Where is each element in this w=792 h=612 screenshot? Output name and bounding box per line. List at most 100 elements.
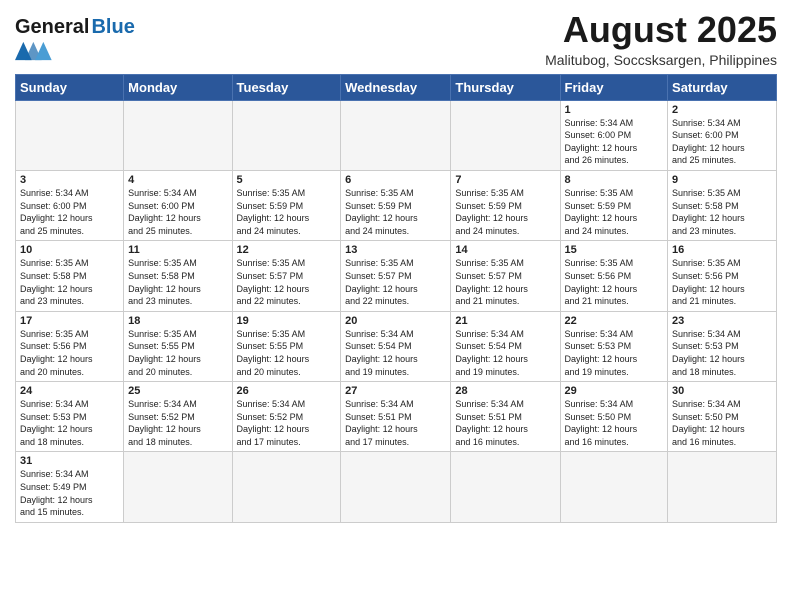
calendar-cell: 12Sunrise: 5:35 AM Sunset: 5:57 PM Dayli… xyxy=(232,241,341,311)
title-area: August 2025 Malitubog, Soccsksargen, Phi… xyxy=(545,10,777,68)
day-number: 16 xyxy=(672,244,772,256)
calendar-cell: 24Sunrise: 5:34 AM Sunset: 5:53 PM Dayli… xyxy=(16,382,124,452)
calendar-cell: 15Sunrise: 5:35 AM Sunset: 5:56 PM Dayli… xyxy=(560,241,668,311)
calendar-cell: 7Sunrise: 5:35 AM Sunset: 5:59 PM Daylig… xyxy=(451,170,560,240)
calendar-table: SundayMondayTuesdayWednesdayThursdayFrid… xyxy=(15,74,777,523)
day-info: Sunrise: 5:34 AM Sunset: 6:00 PM Dayligh… xyxy=(128,187,227,237)
calendar-cell: 21Sunrise: 5:34 AM Sunset: 5:54 PM Dayli… xyxy=(451,311,560,381)
calendar-cell xyxy=(124,452,232,522)
day-number: 21 xyxy=(455,315,555,327)
day-info: Sunrise: 5:34 AM Sunset: 6:00 PM Dayligh… xyxy=(20,187,119,237)
day-number: 24 xyxy=(20,385,119,397)
day-number: 30 xyxy=(672,385,772,397)
calendar-cell: 26Sunrise: 5:34 AM Sunset: 5:52 PM Dayli… xyxy=(232,382,341,452)
calendar-week-1: 1Sunrise: 5:34 AM Sunset: 6:00 PM Daylig… xyxy=(16,100,777,170)
day-info: Sunrise: 5:35 AM Sunset: 5:59 PM Dayligh… xyxy=(237,187,337,237)
day-number: 7 xyxy=(455,174,555,186)
day-number: 1 xyxy=(565,104,664,116)
day-info: Sunrise: 5:35 AM Sunset: 5:55 PM Dayligh… xyxy=(237,328,337,378)
calendar-week-5: 24Sunrise: 5:34 AM Sunset: 5:53 PM Dayli… xyxy=(16,382,777,452)
calendar-cell xyxy=(668,452,777,522)
logo-blue: Blue xyxy=(91,16,134,39)
day-number: 6 xyxy=(345,174,446,186)
day-number: 5 xyxy=(237,174,337,186)
day-number: 18 xyxy=(128,315,227,327)
calendar-cell: 22Sunrise: 5:34 AM Sunset: 5:53 PM Dayli… xyxy=(560,311,668,381)
day-info: Sunrise: 5:35 AM Sunset: 5:56 PM Dayligh… xyxy=(565,257,664,307)
calendar-cell xyxy=(16,100,124,170)
calendar-cell: 9Sunrise: 5:35 AM Sunset: 5:58 PM Daylig… xyxy=(668,170,777,240)
logo: General Blue xyxy=(15,10,135,61)
calendar-header-row: SundayMondayTuesdayWednesdayThursdayFrid… xyxy=(16,74,777,100)
day-info: Sunrise: 5:35 AM Sunset: 5:57 PM Dayligh… xyxy=(455,257,555,307)
day-number: 13 xyxy=(345,244,446,256)
day-number: 9 xyxy=(672,174,772,186)
day-info: Sunrise: 5:34 AM Sunset: 5:52 PM Dayligh… xyxy=(128,398,227,448)
day-info: Sunrise: 5:35 AM Sunset: 5:58 PM Dayligh… xyxy=(20,257,119,307)
logo-icon xyxy=(15,41,65,61)
calendar-cell: 3Sunrise: 5:34 AM Sunset: 6:00 PM Daylig… xyxy=(16,170,124,240)
calendar-cell: 5Sunrise: 5:35 AM Sunset: 5:59 PM Daylig… xyxy=(232,170,341,240)
col-header-sunday: Sunday xyxy=(16,74,124,100)
day-info: Sunrise: 5:35 AM Sunset: 5:59 PM Dayligh… xyxy=(345,187,446,237)
calendar-cell xyxy=(232,452,341,522)
day-info: Sunrise: 5:34 AM Sunset: 5:54 PM Dayligh… xyxy=(345,328,446,378)
day-number: 14 xyxy=(455,244,555,256)
day-number: 12 xyxy=(237,244,337,256)
day-info: Sunrise: 5:34 AM Sunset: 5:52 PM Dayligh… xyxy=(237,398,337,448)
calendar-cell: 8Sunrise: 5:35 AM Sunset: 5:59 PM Daylig… xyxy=(560,170,668,240)
calendar-cell xyxy=(560,452,668,522)
calendar-cell: 31Sunrise: 5:34 AM Sunset: 5:49 PM Dayli… xyxy=(16,452,124,522)
calendar-week-6: 31Sunrise: 5:34 AM Sunset: 5:49 PM Dayli… xyxy=(16,452,777,522)
calendar-cell: 25Sunrise: 5:34 AM Sunset: 5:52 PM Dayli… xyxy=(124,382,232,452)
day-info: Sunrise: 5:34 AM Sunset: 5:53 PM Dayligh… xyxy=(565,328,664,378)
location-subtitle: Malitubog, Soccsksargen, Philippines xyxy=(545,52,777,68)
day-info: Sunrise: 5:35 AM Sunset: 5:56 PM Dayligh… xyxy=(672,257,772,307)
calendar-cell: 19Sunrise: 5:35 AM Sunset: 5:55 PM Dayli… xyxy=(232,311,341,381)
calendar-cell: 20Sunrise: 5:34 AM Sunset: 5:54 PM Dayli… xyxy=(341,311,451,381)
day-number: 29 xyxy=(565,385,664,397)
calendar-week-3: 10Sunrise: 5:35 AM Sunset: 5:58 PM Dayli… xyxy=(16,241,777,311)
day-number: 3 xyxy=(20,174,119,186)
calendar-cell: 10Sunrise: 5:35 AM Sunset: 5:58 PM Dayli… xyxy=(16,241,124,311)
header: General Blue August 2025 Malitubog, Socc… xyxy=(15,10,777,68)
calendar-cell: 23Sunrise: 5:34 AM Sunset: 5:53 PM Dayli… xyxy=(668,311,777,381)
day-info: Sunrise: 5:35 AM Sunset: 5:57 PM Dayligh… xyxy=(237,257,337,307)
day-info: Sunrise: 5:35 AM Sunset: 5:58 PM Dayligh… xyxy=(672,187,772,237)
day-number: 28 xyxy=(455,385,555,397)
day-number: 23 xyxy=(672,315,772,327)
calendar-cell: 2Sunrise: 5:34 AM Sunset: 6:00 PM Daylig… xyxy=(668,100,777,170)
calendar-cell xyxy=(341,100,451,170)
day-info: Sunrise: 5:34 AM Sunset: 5:53 PM Dayligh… xyxy=(20,398,119,448)
day-number: 2 xyxy=(672,104,772,116)
col-header-friday: Friday xyxy=(560,74,668,100)
col-header-thursday: Thursday xyxy=(451,74,560,100)
day-number: 11 xyxy=(128,244,227,256)
col-header-saturday: Saturday xyxy=(668,74,777,100)
calendar-cell xyxy=(124,100,232,170)
calendar-cell: 30Sunrise: 5:34 AM Sunset: 5:50 PM Dayli… xyxy=(668,382,777,452)
day-info: Sunrise: 5:34 AM Sunset: 5:50 PM Dayligh… xyxy=(672,398,772,448)
day-info: Sunrise: 5:34 AM Sunset: 6:00 PM Dayligh… xyxy=(565,117,664,167)
calendar-cell: 17Sunrise: 5:35 AM Sunset: 5:56 PM Dayli… xyxy=(16,311,124,381)
day-number: 10 xyxy=(20,244,119,256)
day-info: Sunrise: 5:34 AM Sunset: 6:00 PM Dayligh… xyxy=(672,117,772,167)
day-number: 25 xyxy=(128,385,227,397)
calendar-cell: 6Sunrise: 5:35 AM Sunset: 5:59 PM Daylig… xyxy=(341,170,451,240)
calendar-cell xyxy=(232,100,341,170)
col-header-monday: Monday xyxy=(124,74,232,100)
day-info: Sunrise: 5:35 AM Sunset: 5:59 PM Dayligh… xyxy=(565,187,664,237)
day-info: Sunrise: 5:34 AM Sunset: 5:51 PM Dayligh… xyxy=(345,398,446,448)
calendar-week-4: 17Sunrise: 5:35 AM Sunset: 5:56 PM Dayli… xyxy=(16,311,777,381)
day-info: Sunrise: 5:35 AM Sunset: 5:57 PM Dayligh… xyxy=(345,257,446,307)
calendar-week-2: 3Sunrise: 5:34 AM Sunset: 6:00 PM Daylig… xyxy=(16,170,777,240)
day-number: 8 xyxy=(565,174,664,186)
month-title: August 2025 xyxy=(545,10,777,50)
day-info: Sunrise: 5:35 AM Sunset: 5:55 PM Dayligh… xyxy=(128,328,227,378)
day-info: Sunrise: 5:34 AM Sunset: 5:53 PM Dayligh… xyxy=(672,328,772,378)
day-info: Sunrise: 5:34 AM Sunset: 5:50 PM Dayligh… xyxy=(565,398,664,448)
day-info: Sunrise: 5:35 AM Sunset: 5:58 PM Dayligh… xyxy=(128,257,227,307)
day-info: Sunrise: 5:35 AM Sunset: 5:59 PM Dayligh… xyxy=(455,187,555,237)
day-number: 4 xyxy=(128,174,227,186)
day-number: 15 xyxy=(565,244,664,256)
